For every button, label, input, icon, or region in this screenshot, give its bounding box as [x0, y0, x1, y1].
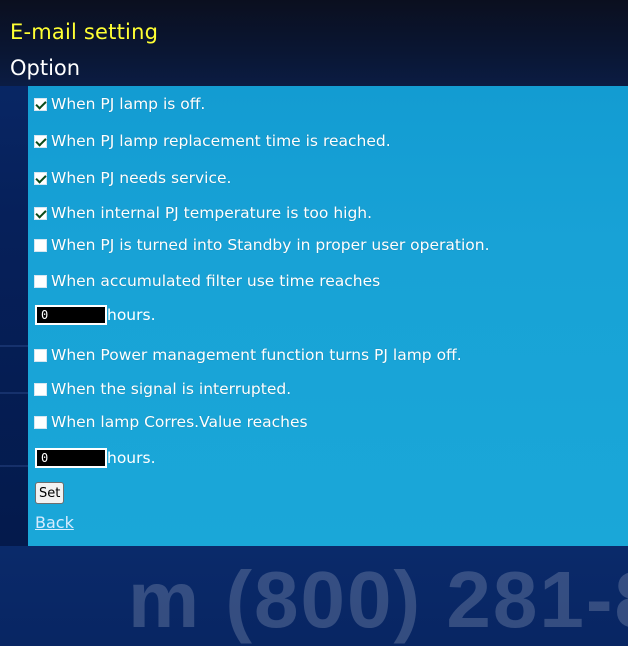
lamp-hours-input[interactable]	[35, 448, 107, 468]
watermark: m (800) 281-886	[128, 555, 628, 644]
page-title: E-mail setting	[10, 20, 159, 44]
filter-hours-unit: hours.	[107, 306, 156, 324]
checkbox-temperature-high[interactable]	[34, 206, 47, 220]
option-temperature-high[interactable]: When internal PJ temperature is too high…	[28, 198, 372, 228]
option-label: When Power management function turns PJ …	[51, 346, 462, 364]
option-lamp-corres-value[interactable]: When lamp Corres.Value reaches	[28, 407, 308, 437]
checkbox-lamp-corres-value[interactable]	[34, 415, 47, 429]
option-signal-interrupted[interactable]: When the signal is interrupted.	[28, 374, 291, 404]
option-standby[interactable]: When PJ is turned into Standby in proper…	[28, 230, 490, 260]
option-label: When internal PJ temperature is too high…	[51, 204, 373, 222]
option-label: When PJ needs service.	[51, 169, 232, 187]
checkbox-filter-time[interactable]	[34, 274, 47, 288]
filter-hours-row: hours.	[35, 303, 156, 327]
lamp-hours-unit: hours.	[107, 449, 156, 467]
option-filter-time[interactable]: When accumulated filter use time reaches	[28, 266, 380, 296]
option-label: When accumulated filter use time reaches	[51, 272, 381, 290]
back-link[interactable]: Back	[35, 513, 74, 532]
option-label: When PJ lamp is off.	[51, 95, 206, 113]
option-label: When PJ is turned into Standby in proper…	[51, 236, 490, 254]
lamp-hours-row: hours.	[35, 446, 156, 470]
option-lamp-replacement[interactable]: When PJ lamp replacement time is reached…	[28, 126, 391, 156]
section-title: Option	[10, 56, 81, 80]
checkbox-standby[interactable]	[34, 238, 47, 252]
option-label: When PJ lamp replacement time is reached…	[51, 132, 391, 150]
checkbox-lamp-replacement[interactable]	[34, 134, 47, 148]
set-button[interactable]: Set	[35, 482, 65, 504]
option-lamp-off[interactable]: When PJ lamp is off.	[28, 89, 205, 119]
option-label: When the signal is interrupted.	[51, 380, 292, 398]
option-label: When lamp Corres.Value reaches	[51, 413, 308, 431]
page-header: E-mail setting Option	[0, 0, 628, 86]
checkbox-lamp-off[interactable]	[34, 97, 47, 111]
options-panel: When PJ lamp is off. When PJ lamp replac…	[28, 86, 628, 644]
checkbox-needs-service[interactable]	[34, 171, 47, 185]
filter-hours-input[interactable]	[35, 305, 107, 325]
checkbox-power-management[interactable]	[34, 348, 47, 362]
checkbox-signal-interrupted[interactable]	[34, 382, 47, 396]
option-power-management[interactable]: When Power management function turns PJ …	[28, 340, 462, 370]
option-needs-service[interactable]: When PJ needs service.	[28, 163, 231, 193]
